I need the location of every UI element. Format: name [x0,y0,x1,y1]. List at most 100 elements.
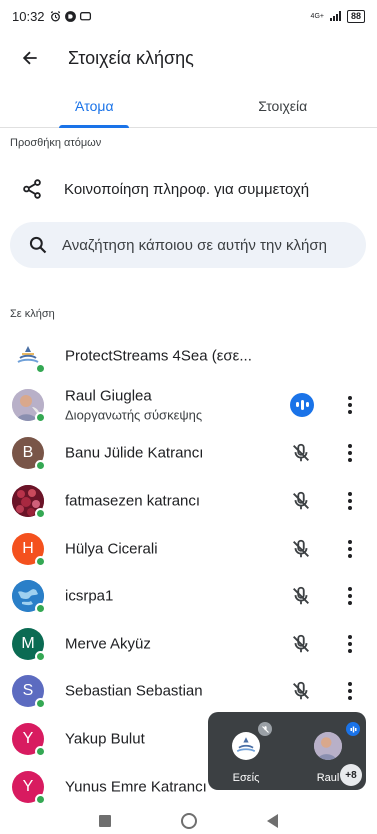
pip-self-tile: Εσείς [216,722,276,784]
avatar-initial: B [22,444,34,462]
mic-off-icon [293,539,309,557]
participant-row[interactable]: icsrpa1 [0,572,377,620]
back-button[interactable] [0,32,60,84]
online-indicator [35,793,46,805]
participant-row[interactable]: S Sebastian Sebastian [0,668,377,716]
mic-off-icon [293,491,309,510]
home-button[interactable] [181,813,197,829]
participant-name: Sebastian Sebastian [65,682,203,700]
online-indicator [35,555,46,567]
share-join-info-label: Κοινοποίηση πληροφ. για συμμετοχή [64,180,310,198]
participant-info: ProtectStreams 4Sea (εσε... [65,347,252,364]
signal-icon [329,11,341,21]
tab-details[interactable]: Στοιχεία [189,84,377,127]
status-bar: 10:32 4G+ 88 [0,0,377,32]
more-options-icon[interactable] [340,441,360,465]
search-icon [29,236,47,254]
tab-bar: Άτομα Στοιχεία [0,84,377,128]
status-right: 4G+ 88 [310,9,365,23]
speaking-indicator-icon [290,392,314,417]
back-arrow-icon [22,51,37,65]
in-call-section-label: Σε κλήση [10,308,55,320]
mic-off-icon [293,444,309,462]
pip-speaking-icon [346,722,360,736]
search-input[interactable] [62,236,352,254]
online-indicator [35,603,46,615]
participant-row[interactable]: fatmasezen katrancı [0,477,377,525]
participant-info: fatmasezen katrancı [65,492,200,509]
avatar-initial: Y [22,729,34,747]
status-left: 10:32 [12,9,92,24]
avatar: B [12,437,46,472]
participant-row[interactable]: Raul Giuglea Διοργανωτής σύσκεψης [0,380,377,430]
mic-off-icon [293,634,309,653]
participant-row[interactable]: H Hülya Cicerali [0,525,377,573]
more-options-icon[interactable] [340,584,360,608]
avatar-initial: H [22,539,34,557]
system-nav-bar [0,808,377,834]
more-options-icon[interactable] [340,632,360,656]
online-indicator [35,698,46,710]
app-notification-icon [64,10,76,22]
online-indicator [35,745,46,757]
mic-off-icon [293,682,309,700]
pip-self-avatar [232,732,260,760]
avatar: Y [12,770,46,805]
participant-info: Yunus Emre Katrancı [65,778,207,795]
participant-name: Banu Jülide Katrancı [65,444,204,462]
participant-name: Yakup Bulut [65,730,145,748]
tab-active-indicator [59,125,130,128]
page-title: Στοιχεία κλήσης [68,47,194,68]
online-indicator [35,362,46,374]
participant-name: icsrpa1 [65,587,114,605]
tab-people-label: Άτομα [74,97,114,114]
pip-self-label: Εσείς [232,772,260,784]
tab-details-label: Στοιχεία [258,97,308,114]
participant-row[interactable]: B Banu Jülide Katrancı [0,430,377,478]
more-options-icon[interactable] [340,489,360,513]
participant-name: Merve Akyüz [65,635,151,653]
more-options-icon[interactable] [340,537,360,561]
search-bar[interactable] [10,222,366,268]
participant-row[interactable]: ProtectStreams 4Sea (εσε... [0,332,377,380]
participant-name: Raul Giuglea [65,387,152,405]
participant-info: icsrpa1 [65,588,113,605]
share-join-info-button[interactable]: Κοινοποίηση πληροφ. για συμμετοχή [0,166,377,212]
status-time: 10:32 [12,8,45,24]
add-people-section-label: Προσθήκη ατόμων [10,137,102,149]
participant-info: Yakup Bulut [65,730,145,747]
participant-info: Banu Jülide Katrancı [65,445,203,462]
share-icon [23,179,41,199]
status-notification-icons [49,10,92,23]
participant-name: Hülya Cicerali [65,540,158,558]
online-indicator [35,650,46,662]
more-options-icon[interactable] [340,679,360,703]
tab-people[interactable]: Άτομα [0,84,189,128]
avatar [12,580,46,615]
participant-info: Merve Akyüz [65,635,151,652]
avatar: Y [12,722,46,757]
avatar [12,388,46,423]
battery-icon: 88 [346,9,365,23]
online-indicator [35,507,46,519]
avatar-initial: S [22,682,34,700]
participant-name: Yunus Emre Katrancı [65,778,207,796]
participant-name: fatmasezen katrancı [65,492,201,510]
avatar: H [12,532,46,567]
avatar: S [12,675,46,710]
avatar [12,484,46,519]
avatar: M [12,627,46,662]
avatar [12,339,46,374]
pip-extra-count-badge: +8 [340,764,362,786]
system-back-button[interactable] [267,814,278,828]
participant-row[interactable]: M Merve Akyüz [0,620,377,668]
participant-role: Διοργανωτής σύσκεψης [65,407,203,423]
app-bar: Στοιχεία κλήσης [0,32,377,84]
network-type: 4G+ [310,12,324,20]
participant-info: Hülya Cicerali [65,540,158,557]
more-options-icon[interactable] [340,393,360,417]
pip-mic-off-icon [258,722,272,736]
call-pip-window[interactable]: Εσείς Raul +8 [208,712,366,790]
recents-button[interactable] [99,815,111,827]
online-indicator [35,460,46,472]
